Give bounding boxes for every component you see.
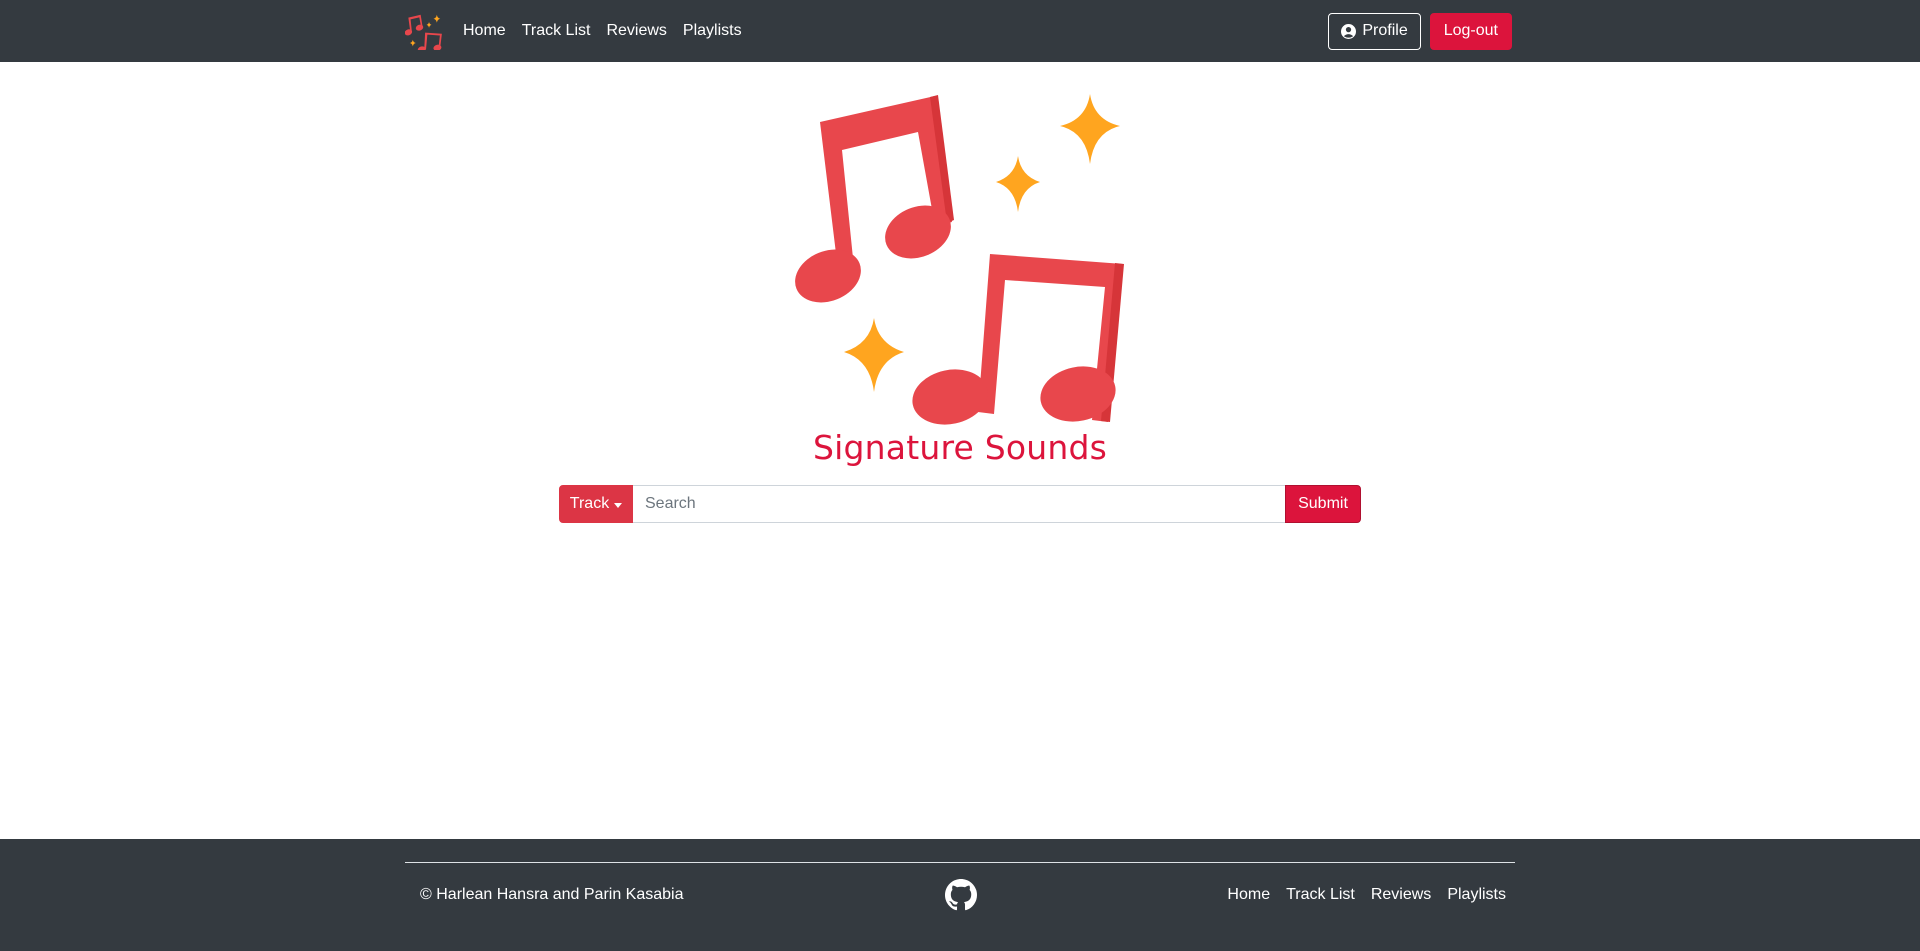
music-notes-sparkles-icon xyxy=(795,94,1124,425)
user-circle-icon xyxy=(1341,23,1357,39)
footer-links: Home Track List Reviews Playlists xyxy=(1227,886,1506,904)
footer-link-home[interactable]: Home xyxy=(1227,886,1270,904)
footer: © Harlean Hansra and Parin Kasabia Home … xyxy=(0,839,1920,951)
search-type-label: Track xyxy=(569,495,610,512)
brand-logo[interactable] xyxy=(404,11,444,51)
footer-link-reviews[interactable]: Reviews xyxy=(1371,886,1431,904)
footer-divider xyxy=(405,862,1515,863)
profile-button[interactable]: Profile xyxy=(1328,12,1421,50)
github-icon[interactable] xyxy=(945,879,977,911)
caret-down-icon xyxy=(614,502,623,508)
nav-link-playlists[interactable]: Playlists xyxy=(683,22,742,40)
nav-link-home[interactable]: Home xyxy=(463,22,506,40)
profile-label: Profile xyxy=(1362,22,1408,39)
site-title: Signature Sounds xyxy=(813,428,1107,467)
nav-link-track-list[interactable]: Track List xyxy=(522,22,591,40)
music-notes-sparkles-icon xyxy=(405,14,442,50)
nav-links: Home Track List Reviews Playlists xyxy=(463,22,758,40)
submit-button[interactable]: Submit xyxy=(1285,485,1361,523)
footer-link-track-list[interactable]: Track List xyxy=(1286,886,1355,904)
top-navbar: Home Track List Reviews Playlists Profil… xyxy=(0,0,1920,62)
copyright-text: © Harlean Hansra and Parin Kasabia xyxy=(420,886,684,903)
search-input[interactable] xyxy=(633,485,1285,523)
navbar-container: Home Track List Reviews Playlists Profil… xyxy=(404,0,1512,62)
nav-actions: Profile Log-out xyxy=(1328,12,1512,50)
search-type-dropdown[interactable]: Track xyxy=(559,485,633,523)
search-form: Track Submit xyxy=(559,485,1361,523)
logout-button[interactable]: Log-out xyxy=(1429,12,1512,50)
nav-link-reviews[interactable]: Reviews xyxy=(606,22,666,40)
footer-link-playlists[interactable]: Playlists xyxy=(1447,886,1506,904)
